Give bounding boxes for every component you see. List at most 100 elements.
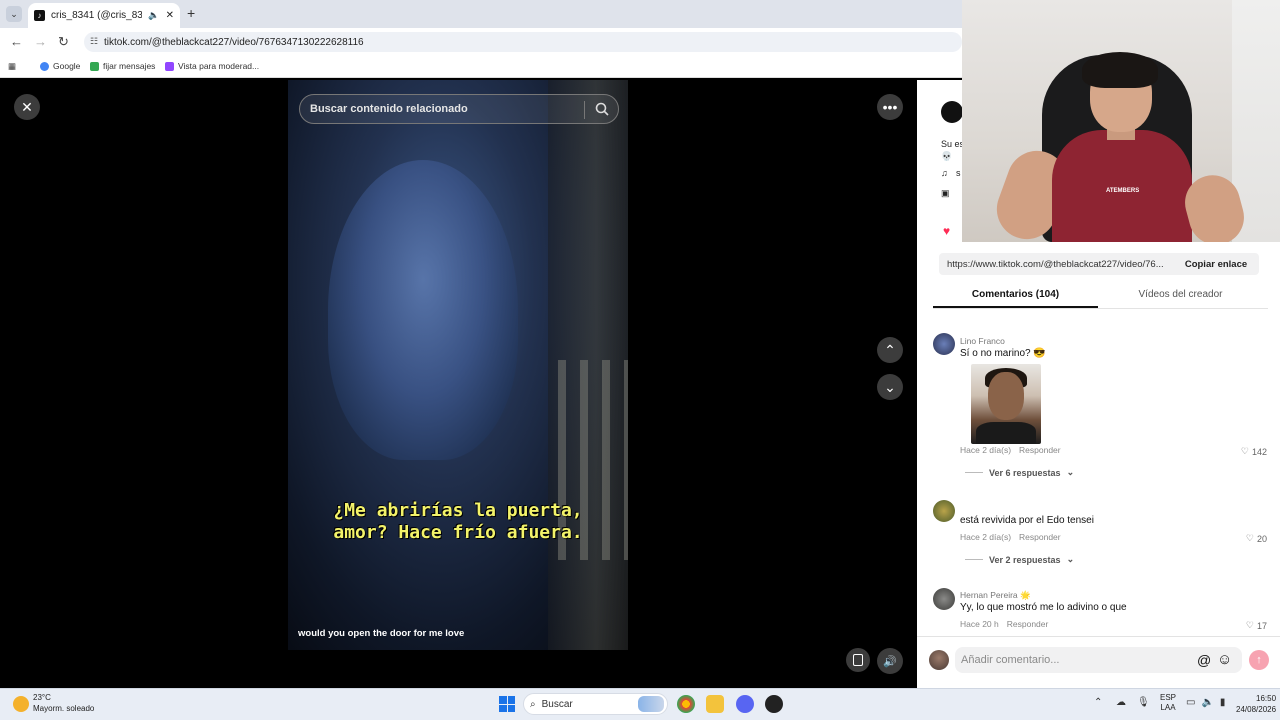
copy-link-button[interactable]: Copiar enlace	[1176, 253, 1256, 275]
comment-likes[interactable]: ♡ 20	[1246, 533, 1267, 544]
speaker-icon[interactable]: 🔈	[1201, 697, 1213, 708]
share-link-text: https://www.tiktok.com/@theblackcat227/v…	[947, 258, 1164, 270]
display-icon[interactable]: ▭	[1186, 697, 1195, 708]
site-info-icon[interactable]: ☷	[90, 36, 98, 47]
file-explorer-icon[interactable]	[706, 695, 724, 713]
chevron-down-icon: ⌄	[884, 378, 896, 395]
tabs-divider	[933, 308, 1268, 309]
reload-icon[interactable]: ↻	[58, 34, 69, 50]
previous-video-button[interactable]: ⌃	[877, 337, 903, 363]
reply-button[interactable]: Responder	[1007, 619, 1049, 629]
avatar[interactable]	[929, 650, 949, 670]
heart-outline-icon: ♡	[1240, 446, 1249, 456]
comment-time: Hace 20 h	[960, 619, 999, 629]
discord-icon[interactable]	[736, 695, 754, 713]
webcam-overlay: ATEMBERS	[962, 0, 1280, 242]
twitch-icon	[165, 61, 174, 71]
video-frame-person	[328, 160, 518, 460]
comment-time: Hace 2 día(s)	[960, 445, 1012, 455]
search-divider	[584, 101, 585, 119]
chrome-icon[interactable]	[677, 695, 695, 713]
browser-tab[interactable]: ♪ cris_8341 (@cris_8341) | Tik 🔈 ✕	[28, 3, 180, 28]
app-icon[interactable]	[765, 695, 783, 713]
url-field[interactable]: ☷ tiktok.com/@theblackcat227/video/76763…	[84, 32, 962, 52]
like-heart-icon[interactable]: ♥	[943, 224, 950, 238]
volume-button[interactable]: 🔊	[877, 648, 903, 674]
avatar[interactable]	[933, 588, 955, 610]
pip-button[interactable]	[846, 648, 870, 672]
audio-icon[interactable]: 🔈	[148, 10, 159, 21]
chevron-down-icon: ⌄	[1066, 554, 1075, 564]
google-icon	[40, 61, 49, 71]
tab-creator-videos[interactable]: Vídeos del creador	[1098, 284, 1263, 308]
comment-author[interactable]: Hernan Pereira 🌟	[960, 590, 1031, 601]
bookmark-fijar-mensajes[interactable]: fijar mensajes	[90, 61, 155, 71]
arrow-up-icon: ↑	[1256, 654, 1262, 666]
avatar[interactable]	[933, 333, 955, 355]
tab-title: cris_8341 (@cris_8341) | Tik	[51, 10, 143, 21]
new-tab-button[interactable]: +	[187, 5, 195, 21]
pip-icon	[853, 654, 863, 666]
video-caption: ¿Me abrirías la puerta, amor? Hace frío …	[333, 500, 583, 543]
comment-time: Hace 2 día(s)	[960, 532, 1012, 542]
start-windows-icon[interactable]	[499, 696, 515, 712]
tab-comments[interactable]: Comentarios (104)	[933, 284, 1098, 308]
language-indicator[interactable]: ESP LAA	[1160, 693, 1176, 713]
comment-text: Yy, lo que mostró me lo adivino o que	[960, 602, 1127, 613]
back-icon[interactable]: ←	[10, 34, 23, 49]
comment-text: está revivida por el Edo tensei	[960, 515, 1094, 526]
comment-item: Hernan Pereira 🌟 Yy, lo que mostró me lo…	[933, 588, 1273, 634]
weather-desc[interactable]: Mayorm. soleado	[33, 704, 94, 713]
network-icon[interactable]: ☁	[1116, 697, 1126, 708]
video-player[interactable]	[288, 80, 628, 650]
send-comment-button[interactable]: ↑	[1249, 650, 1269, 670]
search-icon[interactable]	[594, 101, 610, 117]
next-video-button[interactable]: ⌄	[877, 374, 903, 400]
tray-icons: ▭ 🔈 ▮	[1186, 697, 1225, 708]
comment-author[interactable]: Lino Franco	[960, 336, 1005, 346]
view-replies-button[interactable]: Ver 2 respuestas ⌄	[965, 554, 1074, 565]
comment-image[interactable]	[971, 364, 1041, 444]
taskbar-search[interactable]: ⌕ Buscar	[523, 693, 668, 715]
reply-button[interactable]: Responder	[1019, 532, 1061, 542]
comment-meta: Hace 20 h Responder	[960, 619, 1048, 629]
forward-icon[interactable]: →	[34, 34, 47, 49]
close-tab-icon[interactable]: ✕	[166, 10, 174, 21]
comment-likes[interactable]: ♡ 17	[1246, 620, 1267, 631]
apps-grid-icon[interactable]: ▦	[8, 61, 16, 72]
search-icon: ⌕	[530, 698, 536, 710]
battery-icon[interactable]: ▮	[1220, 697, 1226, 708]
more-options-button[interactable]: •••	[877, 94, 903, 120]
view-replies-button[interactable]: Ver 6 respuestas ⌄	[965, 467, 1074, 478]
heart-outline-icon: ♡	[1245, 620, 1254, 630]
bookmark-vista-moderador[interactable]: Vista para moderad...	[165, 61, 259, 71]
mention-icon[interactable]: @	[1197, 652, 1211, 668]
emoji-icon[interactable]: ☺	[1217, 651, 1232, 668]
skull-icon: 💀	[941, 151, 953, 161]
related-search-input[interactable]: Buscar contenido relacionado	[299, 94, 619, 124]
clock[interactable]: 16:50 24/08/2026	[1236, 693, 1276, 715]
microphone-icon[interactable]: 🎙	[1137, 697, 1150, 708]
tray-chevron-icon[interactable]: ⌃	[1094, 697, 1102, 708]
close-video-button[interactable]: ✕	[14, 94, 40, 120]
creator-avatar[interactable]	[941, 101, 963, 123]
description-snippet: Su es	[941, 139, 965, 149]
weather-sun-icon[interactable]	[13, 696, 29, 712]
heart-outline-icon: ♡	[1245, 533, 1254, 543]
bookmark-google[interactable]: Google	[40, 61, 80, 71]
chevron-up-icon: ⌃	[884, 341, 896, 358]
music-icon: ♫	[941, 168, 948, 178]
avatar[interactable]	[933, 500, 955, 522]
reply-button[interactable]: Responder	[1019, 445, 1061, 455]
comment-item: está revivida por el Edo tensei Hace 2 d…	[933, 500, 1273, 570]
music-snippet[interactable]: s	[956, 168, 961, 178]
effect-icon: ▣	[941, 188, 950, 198]
chevron-down-icon: ⌄	[1066, 467, 1075, 477]
shirt-logo: ATEMBERS	[1106, 188, 1140, 194]
video-subtitle: would you open the door for me love	[298, 628, 465, 639]
message-icon	[90, 61, 99, 71]
comment-text: Sí o no marino? 😎	[960, 348, 1046, 359]
tab-search-chevron-icon[interactable]: ⌄	[6, 6, 22, 22]
comment-likes[interactable]: ♡ 142	[1241, 446, 1267, 457]
weather-temp[interactable]: 23°C	[33, 693, 51, 702]
